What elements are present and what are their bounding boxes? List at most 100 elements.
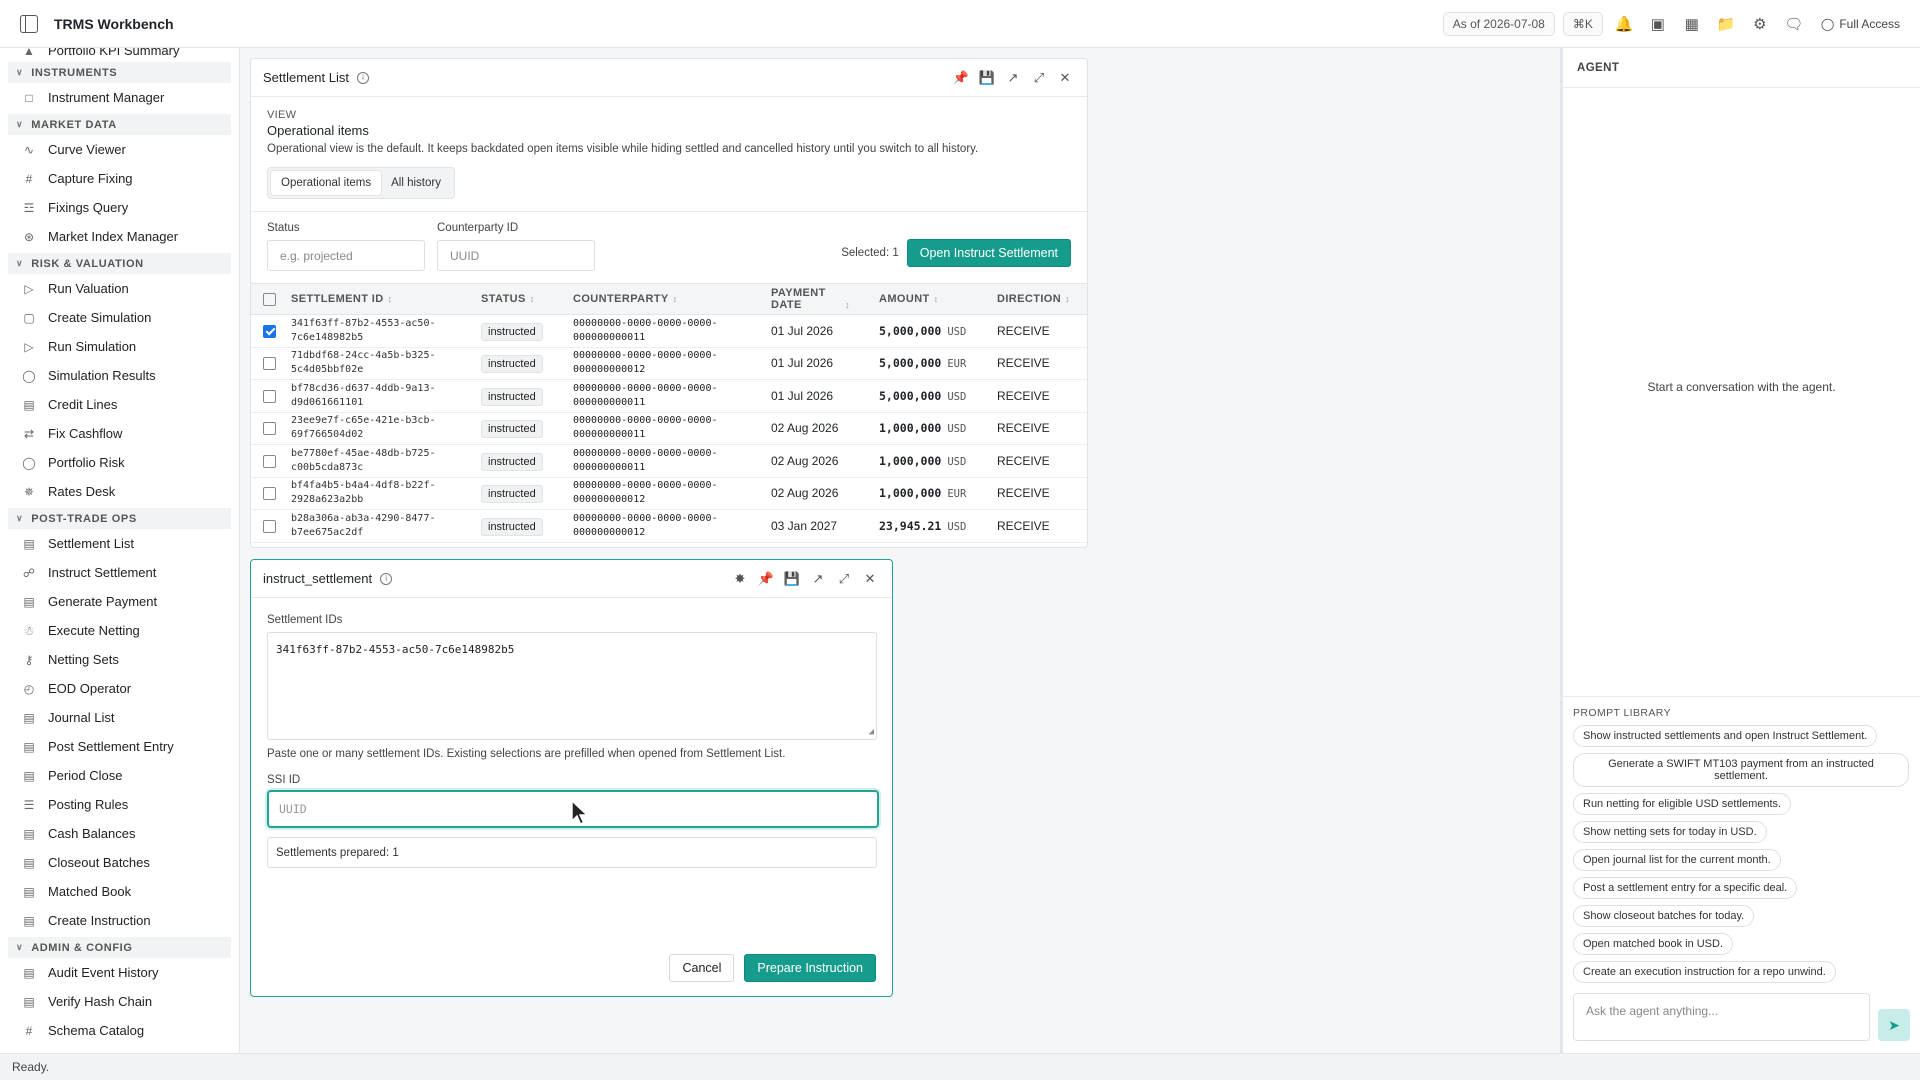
sidebar-toggle-icon[interactable] bbox=[20, 14, 38, 33]
sidebar-item-credit-lines[interactable]: ▤ Credit Lines bbox=[0, 390, 239, 419]
settlement-ids-textarea[interactable]: 341f63ff-87b2-4553-ac50-7c6e148982b5 ◢ bbox=[267, 632, 877, 740]
row-checkbox[interactable] bbox=[263, 389, 276, 403]
prepare-instruction-button[interactable]: Prepare Instruction bbox=[744, 954, 876, 982]
sidebar-item-cash-balances[interactable]: ▤ Cash Balances bbox=[0, 819, 239, 848]
open-instruct-settlement-button[interactable]: Open Instruct Settlement bbox=[906, 239, 1071, 267]
save-icon[interactable]: 💾 bbox=[782, 569, 802, 589]
pin-icon[interactable]: 📌 bbox=[756, 569, 776, 589]
prompt-chip[interactable]: Show instructed settlements and open Ins… bbox=[1573, 725, 1878, 747]
sidebar-item-portfolio-risk[interactable]: ◯ Portfolio Risk bbox=[0, 448, 239, 477]
sidebar-section-header[interactable]: ∨ POST-TRADE OPS bbox=[8, 508, 231, 529]
open-external-icon[interactable]: ↗ bbox=[808, 569, 828, 589]
sidebar-item-execute-netting[interactable]: ☃ Execute Netting bbox=[0, 616, 239, 645]
close-icon[interactable]: ✕ bbox=[1055, 68, 1075, 88]
magic-wand-icon[interactable]: ✸ bbox=[730, 569, 750, 589]
bell-icon[interactable]: 🔔 bbox=[1611, 11, 1637, 37]
sidebar-item-verify-hash-chain[interactable]: ▤ Verify Hash Chain bbox=[0, 987, 239, 1016]
table-row[interactable]: 23ee9e7f-c65e-421e-b3cb- 69f766504d02 inst… bbox=[251, 412, 1087, 445]
select-all-checkbox[interactable] bbox=[263, 292, 276, 306]
sidebar-item-closeout-batches[interactable]: ▤ Closeout Batches bbox=[0, 848, 239, 877]
command-palette-chip[interactable]: ⌘K bbox=[1562, 12, 1603, 36]
prompt-chip[interactable]: Show netting sets for today in USD. bbox=[1573, 821, 1767, 843]
sidebar-section-header[interactable]: ∨ MARKET DATA bbox=[8, 114, 231, 135]
sidebar-item-rates-desk[interactable]: ✵ Rates Desk bbox=[0, 477, 239, 506]
row-checkbox[interactable] bbox=[263, 487, 276, 501]
send-icon[interactable]: ➤ bbox=[1878, 1009, 1910, 1041]
as-of-date-chip[interactable]: As of 2026-07-08 bbox=[1442, 12, 1555, 36]
prompt-chip[interactable]: Show closeout batches for today. bbox=[1573, 905, 1755, 927]
sidebar-item-market-index-manager[interactable]: ⊛ Market Index Manager bbox=[0, 222, 239, 251]
table-row[interactable]: bf78cd36-d637-4ddb-9a13- d9d061661101 inst… bbox=[251, 379, 1087, 413]
prompt-chip[interactable]: Open journal list for the current month. bbox=[1573, 849, 1781, 871]
sidebar-item-post-settlement-entry[interactable]: ▤ Post Settlement Entry bbox=[0, 732, 239, 761]
column-header-counterparty[interactable]: COUNTERPARTY ↕ bbox=[567, 283, 765, 315]
agent-message-input[interactable]: Ask the agent anything... bbox=[1573, 993, 1870, 1041]
user-access-menu[interactable]: ◯ Full Access bbox=[1821, 17, 1900, 31]
sidebar-item-fixings-query[interactable]: ☲ Fixings Query bbox=[0, 193, 239, 222]
row-checkbox[interactable] bbox=[263, 454, 276, 468]
sidebar-item-journal-list[interactable]: ▤ Journal List bbox=[0, 703, 239, 732]
sidebar-item-create-instruction[interactable]: ▤ Create Instruction bbox=[0, 906, 239, 935]
sidebar-item-simulation-results[interactable]: ◯ Simulation Results bbox=[0, 361, 239, 390]
prompt-chip[interactable]: Post a settlement entry for a specific d… bbox=[1573, 877, 1798, 899]
sidebar-item-audit-event-history[interactable]: ▤ Audit Event History bbox=[0, 958, 239, 987]
save-icon[interactable]: 💾 bbox=[977, 68, 997, 88]
sidebar-item-settlement-list[interactable]: ▤ Settlement List bbox=[0, 529, 239, 558]
table-row[interactable]: b28a306a-ab3a-4290-8477- b7ee675ac2df inst… bbox=[251, 509, 1087, 543]
sidebar-item-run-valuation[interactable]: ▷ Run Valuation bbox=[0, 274, 239, 303]
tab-operational-items[interactable]: Operational items bbox=[271, 171, 382, 195]
column-header-payment-date[interactable]: PAYMENT DATE ↕ bbox=[765, 283, 873, 315]
table-row[interactable]: bf4fa4b5-b4a4-4df8-b22f- 2928a623a2bb inst… bbox=[251, 477, 1087, 510]
resize-handle-icon[interactable]: ◢ bbox=[869, 727, 874, 737]
sidebar-item-netting-sets[interactable]: ⚷ Netting Sets bbox=[0, 645, 239, 674]
expand-icon[interactable]: ⤢ bbox=[1029, 68, 1049, 88]
close-icon[interactable]: ✕ bbox=[860, 569, 880, 589]
counterparty-filter-input[interactable]: UUID bbox=[437, 240, 595, 271]
sidebar-item-curve-viewer[interactable]: ∿ Curve Viewer bbox=[0, 135, 239, 164]
sidebar-item-create-simulation[interactable]: ▢ Create Simulation bbox=[0, 303, 239, 332]
sidebar-item-instruct-settlement[interactable]: ☍ Instruct Settlement bbox=[0, 558, 239, 587]
tab-all-history[interactable]: All history bbox=[381, 171, 451, 195]
prompt-chip[interactable]: Create an execution instruction for a re… bbox=[1573, 961, 1836, 983]
status-filter-input[interactable]: e.g. projected bbox=[267, 240, 425, 271]
sidebar-item-run-simulation[interactable]: ▷ Run Simulation bbox=[0, 332, 239, 361]
column-header-amount[interactable]: AMOUNT ↕ bbox=[873, 283, 991, 315]
prompt-chip[interactable]: Run netting for eligible USD settlements… bbox=[1573, 793, 1792, 815]
gear-icon[interactable]: ⚙ bbox=[1747, 11, 1773, 37]
info-icon[interactable]: i bbox=[357, 71, 369, 84]
table-row[interactable]: 71dbdf68-24cc-4a5b-b325- 5c4d05bbf02e inst… bbox=[251, 347, 1087, 380]
table-row[interactable]: be7780ef-45ae-48db-b725- c00b5cda873c inst… bbox=[251, 444, 1087, 478]
expand-icon[interactable]: ⤢ bbox=[834, 569, 854, 589]
sidebar-section-header[interactable]: ∨ INSTRUMENTS bbox=[8, 62, 231, 83]
open-external-icon[interactable]: ↗ bbox=[1003, 68, 1023, 88]
column-header-direction[interactable]: DIRECTION ↕ bbox=[991, 283, 1087, 315]
row-checkbox[interactable] bbox=[263, 357, 276, 371]
sidebar-item-instrument-manager[interactable]: □ Instrument Manager bbox=[0, 83, 239, 112]
sidebar-item-fix-cashflow[interactable]: ⇄ Fix Cashflow bbox=[0, 419, 239, 448]
sidebar-item-period-close[interactable]: ▤ Period Close bbox=[0, 761, 239, 790]
inbox-icon[interactable]: ▣ bbox=[1645, 11, 1671, 37]
sidebar-item-capture-fixing[interactable]: # Capture Fixing bbox=[0, 164, 239, 193]
cancel-button[interactable]: Cancel bbox=[669, 954, 735, 982]
sidebar-item-generate-payment[interactable]: ▤ Generate Payment bbox=[0, 587, 239, 616]
table-row[interactable]: 341f63ff-87b2-4553-ac50- 7c6e148982b5 inst… bbox=[251, 314, 1087, 348]
sidebar-item-matched-book[interactable]: ▤ Matched Book bbox=[0, 877, 239, 906]
chat-icon[interactable]: 🗨 bbox=[1781, 11, 1807, 37]
info-icon[interactable]: i bbox=[380, 572, 393, 585]
sidebar-section-header[interactable]: ∨ RISK & VALUATION bbox=[8, 253, 231, 274]
layout-icon[interactable]: ▦ bbox=[1679, 11, 1705, 37]
prompt-chip[interactable]: Generate a SWIFT MT103 payment from an i… bbox=[1573, 753, 1909, 787]
pin-icon[interactable]: 📌 bbox=[951, 68, 971, 88]
sidebar-item-eod-operator[interactable]: ◴ EOD Operator bbox=[0, 674, 239, 703]
sidebar-item-portfolio-kpi-summary[interactable]: ▲ Portfolio KPI Summary bbox=[0, 48, 239, 58]
row-checkbox[interactable] bbox=[263, 519, 276, 533]
column-header-status[interactable]: STATUS ↕ bbox=[475, 283, 567, 315]
column-header-settlement-id[interactable]: SETTLEMENT ID ↕ bbox=[285, 283, 475, 315]
prompt-chip[interactable]: Open matched book in USD. bbox=[1573, 933, 1734, 955]
sidebar-section-header[interactable]: ∨ ADMIN & CONFIG bbox=[8, 937, 231, 958]
sidebar-item-posting-rules[interactable]: ☰ Posting Rules bbox=[0, 790, 239, 819]
row-checkbox[interactable] bbox=[263, 324, 276, 338]
row-checkbox[interactable] bbox=[263, 422, 276, 436]
folder-icon[interactable]: 📁 bbox=[1713, 11, 1739, 37]
sidebar-item-schema-catalog[interactable]: # Schema Catalog bbox=[0, 1016, 239, 1045]
